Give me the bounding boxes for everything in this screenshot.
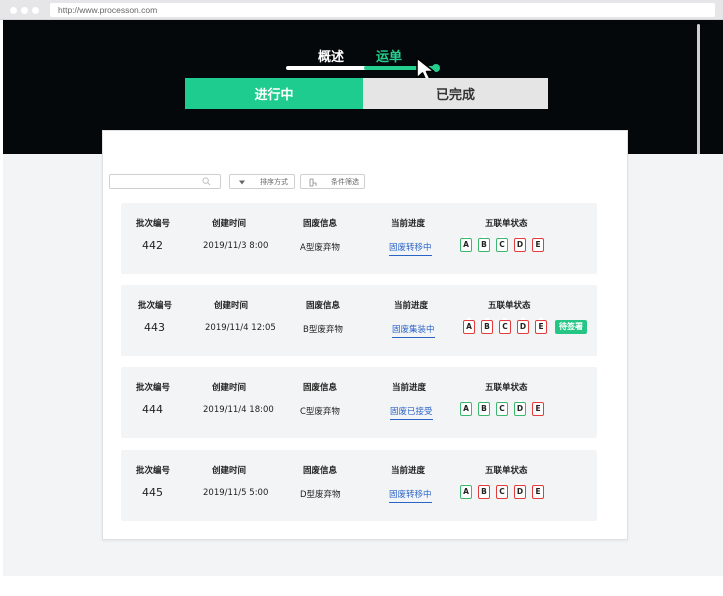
column-header-progress: 当前进度	[391, 466, 426, 476]
progress-cell: 固废转移中	[389, 241, 432, 256]
table-row[interactable]: 批次编号 创建时间 固废信息 当前进度 五联单状态 445 2019/11/5 5:00 D型…	[121, 450, 597, 521]
progress-link[interactable]: 固废转移中	[389, 243, 432, 256]
column-header-waste: 固废信息	[303, 383, 338, 393]
batch-number: 445	[142, 486, 163, 499]
progress-link[interactable]: 固废集装中	[392, 325, 435, 338]
column-header-batch: 批次编号	[136, 383, 171, 393]
filter-icon	[309, 178, 317, 187]
form-badge-a[interactable]: A	[460, 236, 472, 252]
form-badge-d[interactable]: D	[514, 400, 526, 416]
column-header-created: 创建时间	[212, 383, 247, 393]
form-badge-c[interactable]: C	[499, 318, 511, 334]
column-header-waste: 固废信息	[303, 466, 338, 476]
segment-in-progress[interactable]: 进行中	[185, 78, 363, 109]
progress-cell: 固废转移中	[389, 488, 432, 503]
created-time: 2019/11/5 5:00	[203, 488, 269, 498]
window-controls	[10, 7, 39, 14]
column-header-status: 五联单状态	[485, 219, 528, 229]
form-badge-e[interactable]: E	[532, 483, 544, 499]
status-badge[interactable]: 待签署	[555, 320, 587, 334]
progress-cell: 固废集装中	[392, 323, 435, 338]
column-header-progress: 当前进度	[392, 383, 427, 393]
column-header-progress: 当前进度	[391, 219, 426, 229]
search-input[interactable]	[109, 174, 221, 189]
sort-button[interactable]: 排序方式	[229, 174, 295, 189]
column-header-batch: 批次编号	[136, 466, 171, 476]
filter-button[interactable]: 条件筛选	[300, 174, 365, 189]
form-badge-b[interactable]: B	[478, 400, 490, 416]
column-header-batch: 批次编号	[138, 301, 173, 311]
form-badge-a[interactable]: A	[460, 483, 472, 499]
column-header-waste: 固废信息	[306, 301, 341, 311]
tab-waybill[interactable]: 运单	[376, 46, 402, 65]
search-icon	[202, 177, 211, 186]
window-dot-icon[interactable]	[21, 7, 28, 14]
column-header-status: 五联单状态	[488, 301, 531, 311]
form-badge-b[interactable]: B	[478, 236, 490, 252]
table-row[interactable]: 批次编号 创建时间 固废信息 当前进度 五联单状态 443 2019/11/4 12:05 B…	[121, 285, 597, 356]
form-status-badges: ABCDE	[460, 400, 544, 416]
form-badge-d[interactable]: D	[514, 483, 526, 499]
sort-label: 排序方式	[260, 178, 288, 186]
form-badge-c[interactable]: C	[496, 400, 508, 416]
window-dot-icon[interactable]	[10, 7, 17, 14]
created-time: 2019/11/3 8:00	[203, 241, 269, 251]
table-row[interactable]: 批次编号 创建时间 固废信息 当前进度 五联单状态 444 2019/11/4 18:00 C…	[121, 367, 597, 438]
form-badge-c[interactable]: C	[496, 236, 508, 252]
batch-number: 444	[142, 403, 163, 416]
waste-info: D型废弃物	[300, 490, 341, 500]
browser-chrome: http://www.processon.com	[0, 0, 723, 20]
form-badge-d[interactable]: D	[514, 236, 526, 252]
address-bar[interactable]: http://www.processon.com	[50, 3, 715, 17]
triangle-down-icon	[239, 180, 245, 185]
segment-completed[interactable]: 已完成	[363, 78, 548, 109]
column-header-progress: 当前进度	[394, 301, 429, 311]
form-status-badges: ABCDE	[460, 236, 544, 252]
column-header-waste: 固废信息	[303, 219, 338, 229]
table-row[interactable]: 批次编号 创建时间 固废信息 当前进度 五联单状态 442 2019/11/3 8:00 A型…	[121, 203, 597, 274]
window-dot-icon[interactable]	[32, 7, 39, 14]
form-badge-a[interactable]: A	[463, 318, 475, 334]
column-header-created: 创建时间	[212, 219, 247, 229]
column-header-batch: 批次编号	[136, 219, 171, 229]
waste-info: C型废弃物	[300, 407, 340, 417]
form-badge-b[interactable]: B	[478, 483, 490, 499]
column-header-created: 创建时间	[212, 466, 247, 476]
form-badge-a[interactable]: A	[460, 400, 472, 416]
progress-link[interactable]: 固废转移中	[389, 490, 432, 503]
form-badge-d[interactable]: D	[517, 318, 529, 334]
column-header-created: 创建时间	[214, 301, 249, 311]
form-badge-c[interactable]: C	[496, 483, 508, 499]
column-header-status: 五联单状态	[485, 466, 528, 476]
tab-overview[interactable]: 概述	[318, 46, 344, 65]
form-status-badges: A B C D E 待签署	[463, 318, 587, 334]
progress-link[interactable]: 固废已接受	[390, 407, 433, 420]
batch-number: 443	[144, 321, 165, 334]
form-badge-b[interactable]: B	[481, 318, 493, 334]
created-time: 2019/11/4 12:05	[205, 323, 276, 333]
form-status-badges: ABCDE	[460, 483, 544, 499]
waste-info: A型废弃物	[300, 243, 340, 253]
waste-info: B型废弃物	[303, 325, 343, 335]
batch-number: 442	[142, 239, 163, 252]
progress-cell: 固废已接受	[390, 405, 433, 420]
created-time: 2019/11/4 18:00	[203, 405, 274, 415]
form-badge-e[interactable]: E	[535, 318, 547, 334]
column-header-status: 五联单状态	[485, 383, 528, 393]
form-badge-e[interactable]: E	[532, 400, 544, 416]
filter-label: 条件筛选	[331, 178, 359, 186]
form-badge-e[interactable]: E	[532, 236, 544, 252]
